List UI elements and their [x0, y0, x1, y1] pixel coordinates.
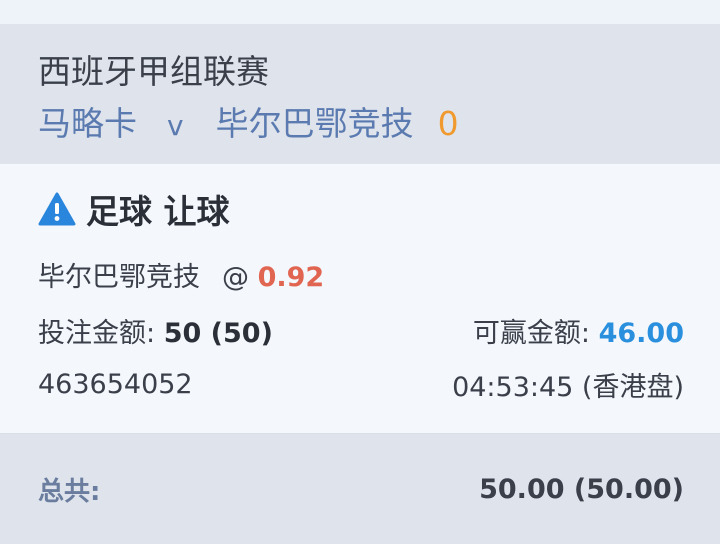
market-title: 足球 让球	[86, 192, 230, 231]
warning-triangle-icon	[38, 192, 76, 226]
win-label: 可赢金额:	[472, 317, 590, 349]
stake-value: 50 (50)	[163, 317, 273, 349]
bet-details: 足球 让球 毕尔巴鄂竞技 @ 0.92 投注金额: 50 (50) 可赢金额: 4…	[0, 164, 720, 434]
stake-row: 投注金额: 50 (50) 可赢金额: 46.00	[38, 310, 684, 350]
away-team[interactable]: 毕尔巴鄂竞技	[216, 104, 414, 143]
teams-line[interactable]: 马略卡 v 毕尔巴鄂竞技 0	[38, 102, 684, 148]
league-name: 西班牙甲组联赛	[38, 52, 269, 91]
win-value: 46.00	[598, 317, 684, 349]
versus-label: v	[167, 109, 184, 142]
total-bar: 总共: 50.00 (50.00)	[0, 434, 720, 544]
id-row: 463654052 04:53:45 (香港盘)	[38, 364, 684, 404]
market-heading: 足球 让球	[38, 184, 684, 234]
score: 0	[437, 104, 459, 143]
odds-value: 0.92	[257, 261, 325, 293]
stake-label: 投注金额:	[38, 317, 156, 349]
bet-id: 463654052	[38, 368, 193, 400]
total-label: 总共:	[38, 476, 101, 507]
home-team[interactable]: 马略卡	[38, 104, 137, 143]
bet-time-odds-type: 04:53:45 (香港盘)	[452, 371, 684, 403]
match-header: 西班牙甲组联赛 马略卡 v 毕尔巴鄂竞技 0	[0, 24, 720, 164]
selection-row: 毕尔巴鄂竞技 @ 0.92	[38, 254, 684, 294]
bet-receipt: 西班牙甲组联赛 马略卡 v 毕尔巴鄂竞技 0 足球 让球 毕尔巴鄂竞技 @ 0.92 投…	[0, 0, 720, 544]
selection-team: 毕尔巴鄂竞技	[38, 261, 200, 293]
total-value: 50.00 (50.00)	[479, 473, 684, 505]
top-strip	[0, 0, 720, 24]
at-symbol: @	[222, 261, 249, 293]
